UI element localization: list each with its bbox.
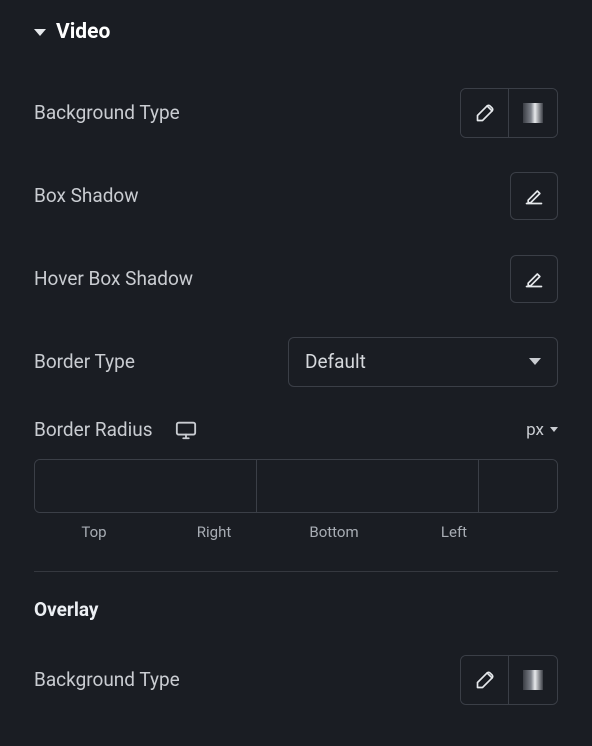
border-type-value: Default [305,350,366,373]
subsection-title-overlay: Overlay [34,598,558,621]
border-type-select[interactable]: Default [288,337,558,387]
radius-bottom-input[interactable] [479,460,558,512]
brush-icon [475,670,495,690]
background-type-switcher [460,88,558,138]
radius-label-right: Right [154,523,274,541]
background-type-label: Background Type [34,101,180,124]
background-gradient-button[interactable] [509,89,557,137]
row-hover-box-shadow: Hover Box Shadow [34,252,558,305]
border-radius-sublabels: Top Right Bottom Left [34,523,558,541]
overlay-background-classic-button[interactable] [461,656,509,704]
gradient-icon [523,670,543,690]
section-title: Video [56,20,110,44]
row-overlay-background-type: Background Type [34,653,558,706]
unit-switcher[interactable]: px [526,420,558,440]
radius-label-bottom: Bottom [274,523,394,541]
border-radius-inputs [34,459,558,513]
radius-right-input[interactable] [257,460,479,512]
row-background-type: Background Type [34,86,558,139]
border-type-label: Border Type [34,350,135,373]
chevron-down-icon [529,358,541,365]
caret-down-icon [34,29,46,36]
radius-top-input[interactable] [35,460,257,512]
border-radius-label: Border Radius [34,418,153,441]
radius-label-left: Left [394,523,514,541]
hover-box-shadow-edit-button[interactable] [510,255,558,303]
row-border-type: Border Type Default [34,335,558,388]
desktop-icon [175,419,197,441]
unit-value: px [526,420,544,440]
pencil-icon [524,186,544,206]
radius-label-top: Top [34,523,154,541]
overlay-background-gradient-button[interactable] [509,656,557,704]
pencil-icon [524,269,544,289]
overlay-background-type-label: Background Type [34,668,180,691]
row-border-radius-header: Border Radius px [34,418,558,441]
box-shadow-label: Box Shadow [34,184,139,207]
chevron-down-icon [550,427,558,432]
overlay-background-type-switcher [460,655,558,705]
brush-icon [475,103,495,123]
section-header-video[interactable]: Video [34,20,558,44]
row-box-shadow: Box Shadow [34,169,558,222]
box-shadow-edit-button[interactable] [510,172,558,220]
divider [34,571,558,572]
background-classic-button[interactable] [461,89,509,137]
responsive-desktop-button[interactable] [175,419,197,441]
gradient-icon [523,103,543,123]
hover-box-shadow-label: Hover Box Shadow [34,267,193,290]
